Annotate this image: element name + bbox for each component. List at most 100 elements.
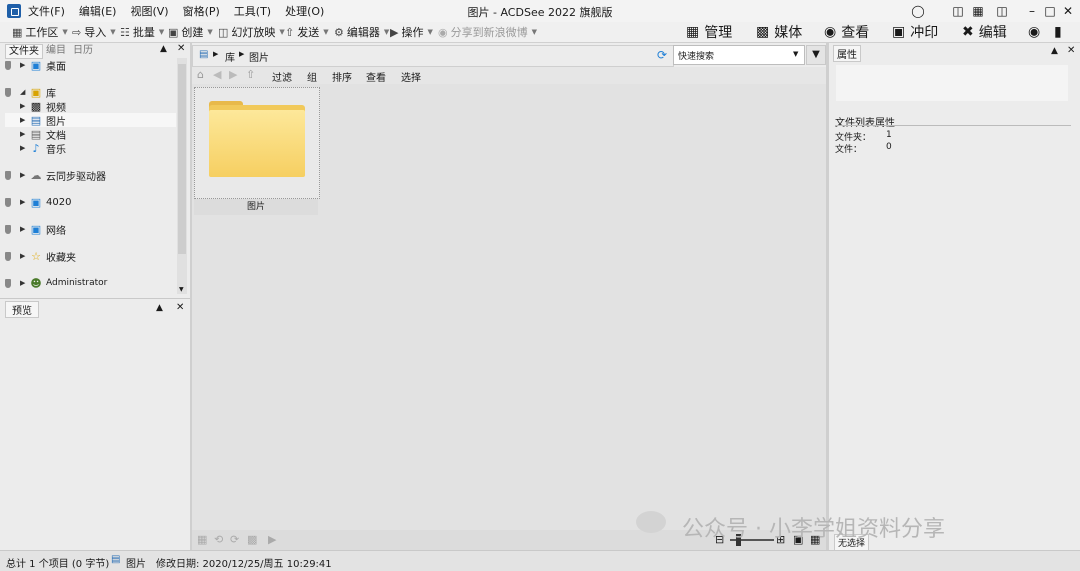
layout-right-icon[interactable]: ◫ xyxy=(994,3,1010,19)
preview-panel: 预览 ▲ ✕ xyxy=(0,298,190,550)
address-bar[interactable]: ▤ ▶ 库 ▶ 图片 ⟳ xyxy=(192,45,674,67)
close-icon[interactable]: ✕ xyxy=(177,43,185,54)
checkbox-icon[interactable] xyxy=(5,170,11,180)
refresh-icon[interactable]: ⟳ xyxy=(657,48,667,62)
tree-scrollbar[interactable]: ▼ xyxy=(177,58,187,294)
expand-arrow-icon[interactable]: ▶ xyxy=(20,225,29,233)
workspace-icon: ▦ xyxy=(12,25,23,39)
checkbox-icon[interactable] xyxy=(5,197,11,207)
pin-icon[interactable]: ▲ xyxy=(156,303,163,313)
slideshow-button[interactable]: ◫ 幻灯放映 ▼ xyxy=(218,22,285,42)
expand-arrow-icon[interactable]: ▶ xyxy=(20,252,29,260)
tree-item-documents[interactable]: ▶ ▤ 文档 xyxy=(5,127,175,142)
music-icon: ♪ xyxy=(32,141,40,155)
tree-item-favorites[interactable]: ▶ ☆ 收藏夹 xyxy=(5,249,175,264)
send-button[interactable]: ⇧ 发送 ▼ xyxy=(285,22,329,42)
forward-icon[interactable]: ▶ xyxy=(229,68,237,81)
scrollbar-thumb[interactable] xyxy=(178,64,186,254)
compare-icon[interactable]: ▩ xyxy=(247,533,257,546)
status-modified: 修改日期: 2020/12/25/周五 10:29:41 xyxy=(156,559,332,570)
breadcrumb-pictures[interactable]: 图片 xyxy=(249,49,269,64)
thumbnail-folder[interactable] xyxy=(194,87,320,199)
expand-arrow-icon[interactable]: ▶ xyxy=(20,130,29,138)
eye-icon: ◉ xyxy=(824,24,837,40)
quick-search-input[interactable]: 快速搜索 ▼ xyxy=(673,45,805,65)
filter-icon[interactable]: ▼ xyxy=(806,45,826,65)
checkbox-icon[interactable] xyxy=(5,60,11,70)
tree-item-network[interactable]: ▶ ▣ 网络 xyxy=(5,222,175,237)
expand-arrow-icon[interactable]: ▶ xyxy=(20,198,29,206)
gear-icon: ⚙ xyxy=(334,25,344,39)
chevron-down-icon: ▼ xyxy=(207,28,213,36)
layout-left-icon[interactable]: ◫ xyxy=(950,3,966,19)
mode-dashboard[interactable]: ▮ xyxy=(1054,22,1062,42)
batch-button[interactable]: ☷ 批量 ▼ xyxy=(120,22,164,42)
expand-arrow-icon[interactable]: ▶ xyxy=(20,102,29,110)
status-bar: 总计 1 个项目 (0 字节) ▤ 图片 修改日期: 2020/12/25/周五… xyxy=(0,550,1080,571)
home-icon[interactable]: ⌂ xyxy=(197,68,204,81)
video-icon: ▩ xyxy=(30,99,42,113)
collapse-arrow-icon[interactable]: ◢ xyxy=(20,88,29,96)
expand-arrow-icon[interactable]: ▶ xyxy=(20,144,29,152)
layout-bottom-icon[interactable]: ▦ xyxy=(970,3,986,19)
minimize-button[interactable]: – xyxy=(1024,3,1040,19)
tab-catalog[interactable]: 编目 xyxy=(43,44,69,57)
tree-item-admin[interactable]: ▶ ☻ Administrator xyxy=(5,276,175,290)
tree-item-pc[interactable]: ▶ ▣ 4020 xyxy=(5,195,175,209)
slideshow-icon[interactable]: ▶ xyxy=(268,533,276,546)
pin-icon[interactable]: ▲ xyxy=(160,44,167,54)
close-icon[interactable]: ✕ xyxy=(176,302,184,313)
mode-manage[interactable]: ▦ 管理 xyxy=(686,22,732,42)
mode-develop[interactable]: ▣ 冲印 xyxy=(892,22,938,42)
tree-item-pictures[interactable]: ▶ ▤ 图片 xyxy=(5,113,176,128)
mode-view[interactable]: ◉ 查看 xyxy=(824,22,869,42)
view-menu[interactable]: 查看 xyxy=(366,69,386,84)
tree-item-library[interactable]: ◢ ▣ 库 xyxy=(5,85,175,100)
mode-365[interactable]: ◉ xyxy=(1028,22,1040,42)
share-weibo-button[interactable]: ◉ 分享到新浪微博 ▼ xyxy=(438,22,537,42)
title-bar: 文件(F) 编辑(E) 视图(V) 窗格(P) 工具(T) 处理(O) 图片 -… xyxy=(0,0,1080,23)
tree-item-desktop[interactable]: ▶ ▣ 桌面 xyxy=(5,58,175,73)
workspace-button[interactable]: ▦ 工作区 ▼ xyxy=(12,22,68,42)
close-button[interactable]: ✕ xyxy=(1060,3,1076,19)
filter-menu[interactable]: 过滤 xyxy=(272,69,292,84)
expand-arrow-icon[interactable]: ▶ xyxy=(20,116,29,124)
checkbox-icon[interactable] xyxy=(5,224,11,234)
film-reel-icon: ◉ xyxy=(1028,24,1041,40)
checkbox-icon[interactable] xyxy=(5,251,11,261)
create-button[interactable]: ▣ 创建 ▼ xyxy=(168,22,213,42)
tree-item-music[interactable]: ▶ ♪ 音乐 xyxy=(5,141,175,156)
mode-edit[interactable]: ✖ 编辑 xyxy=(962,22,1007,42)
scroll-down-icon[interactable]: ▼ xyxy=(179,286,184,293)
expand-arrow-icon[interactable]: ▶ xyxy=(20,171,29,179)
expand-arrow-icon[interactable]: ▶ xyxy=(20,279,29,287)
group-menu[interactable]: 组 xyxy=(307,69,317,84)
editor-button[interactable]: ⚙ 编辑器 ▼ xyxy=(334,22,389,42)
up-icon[interactable]: ⇧ xyxy=(246,68,255,81)
tab-calendar[interactable]: 日历 xyxy=(70,44,96,57)
checkbox-icon[interactable] xyxy=(5,87,11,97)
import-button[interactable]: ⇨ 导入 ▼ xyxy=(72,22,116,42)
mode-media[interactable]: ▩ 媒体 xyxy=(756,22,802,42)
expand-arrow-icon[interactable]: ▶ xyxy=(20,61,29,69)
rotate-icon[interactable]: ▦ xyxy=(197,533,207,546)
select-menu[interactable]: 选择 xyxy=(401,69,421,84)
actions-button[interactable]: ▶ 操作 ▼ xyxy=(390,22,433,42)
rotate-right-icon[interactable]: ⟳ xyxy=(230,533,239,546)
tree-item-videos[interactable]: ▶ ▩ 视频 xyxy=(5,99,175,114)
back-icon[interactable]: ◀ xyxy=(213,68,221,81)
chevron-down-icon: ▼ xyxy=(323,28,329,36)
chevron-down-icon[interactable]: ▼ xyxy=(793,50,798,58)
breadcrumb-library[interactable]: 库 xyxy=(225,49,235,64)
rotate-left-icon[interactable]: ⟲ xyxy=(214,533,223,546)
close-icon[interactable]: ✕ xyxy=(1067,45,1075,56)
account-icon[interactable]: ◯ xyxy=(910,3,926,19)
pin-icon[interactable]: ▲ xyxy=(1051,46,1058,56)
tab-folders[interactable]: 文件夹 xyxy=(5,44,43,59)
sort-menu[interactable]: 排序 xyxy=(332,69,352,84)
tree-item-cloud[interactable]: ▶ ☁ 云同步驱动器 xyxy=(5,168,175,183)
wechat-icon xyxy=(636,511,666,533)
folder-icon-front xyxy=(209,110,305,177)
checkbox-icon[interactable] xyxy=(5,278,11,288)
maximize-button[interactable]: □ xyxy=(1042,3,1058,19)
